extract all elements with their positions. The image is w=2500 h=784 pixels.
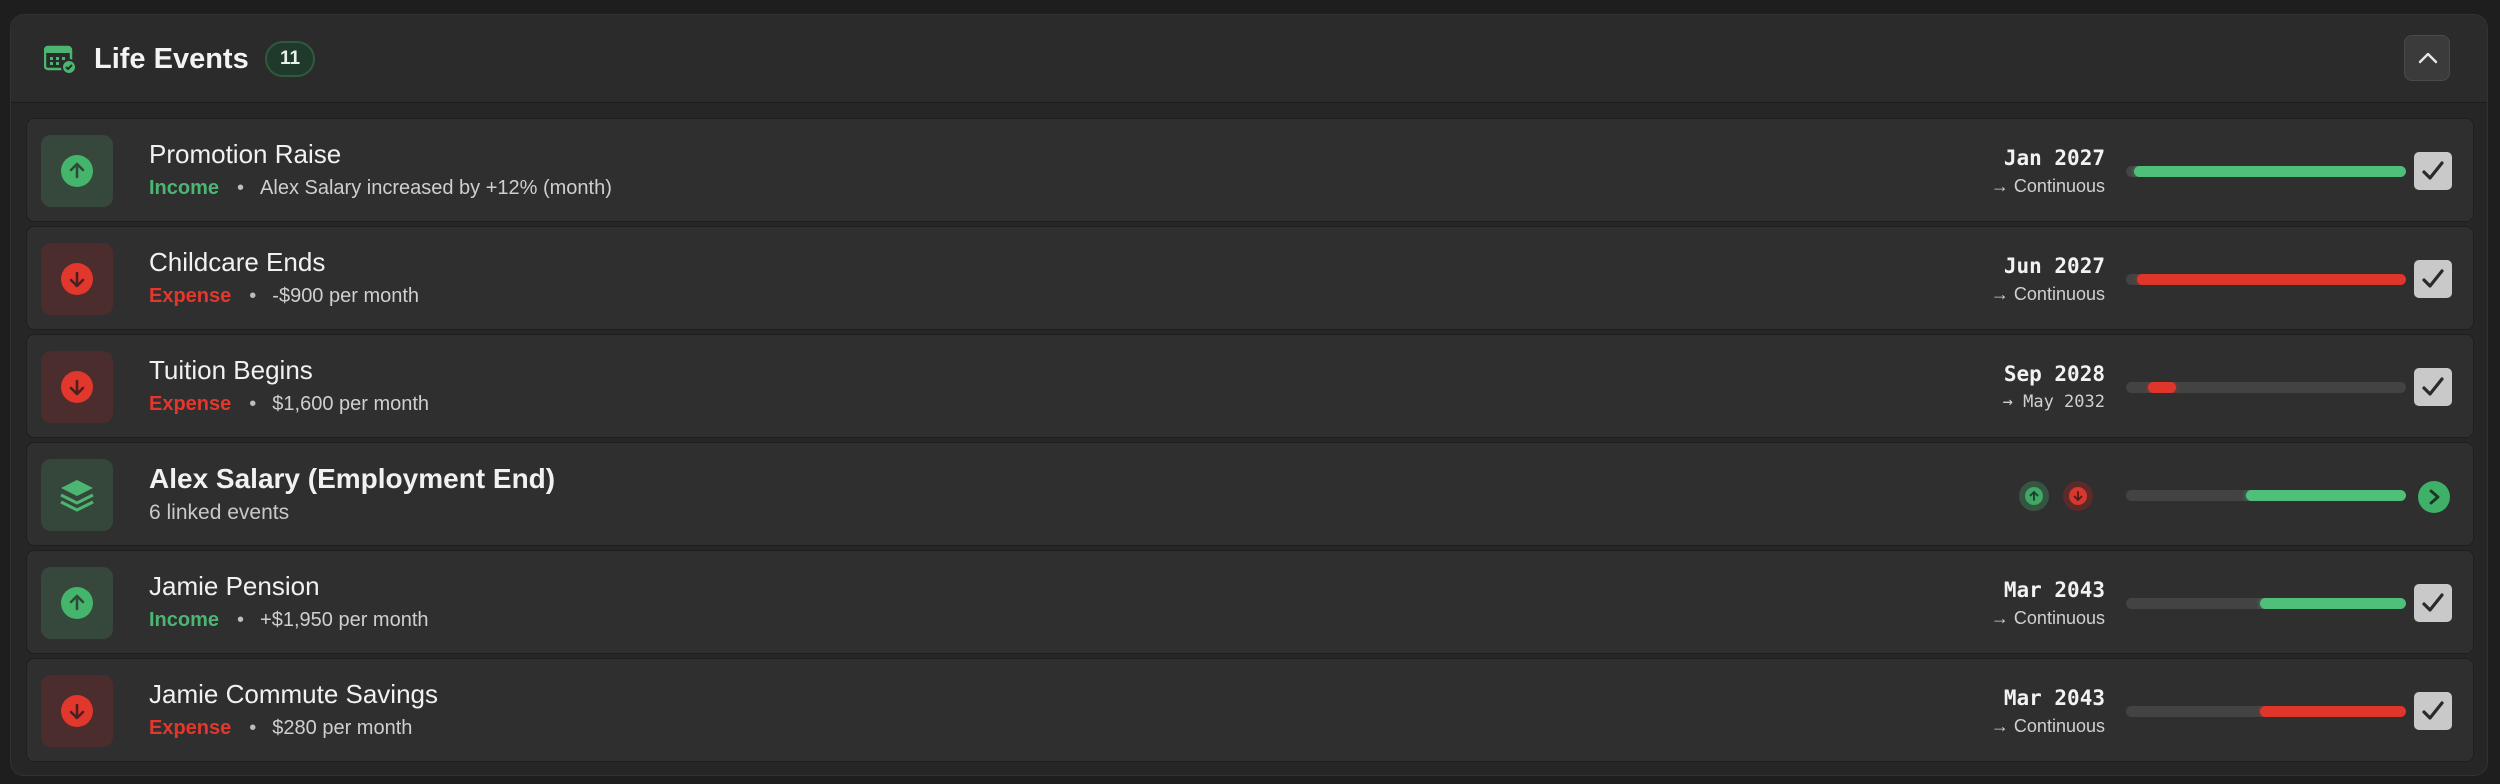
checkmark-icon — [2422, 701, 2444, 720]
event-start-date: Jan 2027 — [2003, 146, 2105, 170]
arrow-up-icon — [2029, 490, 2039, 501]
event-detail: +$1,950 per month — [260, 609, 429, 631]
event-row-tuition-begins[interactable]: Tuition Begins Expense • $1,600 per month … — [26, 334, 2474, 438]
event-detail: $1,600 per month — [272, 393, 430, 415]
linked-events-count: 6 linked events — [149, 501, 290, 524]
checkmark-icon — [2422, 161, 2444, 180]
event-detail: -$900 per month — [272, 285, 420, 307]
event-name: Jamie Commute Savings — [149, 679, 438, 709]
arrow-down-icon — [69, 379, 85, 396]
event-start-date: Jun 2027 — [2003, 254, 2105, 278]
event-start-date: Sep 2028 — [2003, 362, 2105, 386]
arrow-down-icon — [69, 271, 85, 288]
event-detail: Alex Salary increased by +12% (month) — [260, 177, 612, 199]
income-badge — [2019, 481, 2049, 511]
checkmark-icon — [2422, 593, 2444, 612]
event-meta: Income • Alex Salary increased by +12% (mo… — [149, 177, 612, 199]
event-detail: $280 per month — [272, 717, 413, 739]
event-name: Jamie Pension — [149, 571, 320, 601]
layers-icon — [60, 480, 94, 512]
event-group-alex-salary[interactable]: Alex Salary (Employment End) 6 linked ev… — [26, 442, 2474, 546]
event-name: Tuition Begins — [149, 355, 313, 385]
event-kind: Expense — [149, 285, 232, 307]
event-start-date: Mar 2043 — [2003, 578, 2105, 602]
arrow-up-icon — [69, 594, 85, 611]
panel-header: Life Events 11 — [11, 15, 2487, 103]
event-name: Childcare Ends — [149, 247, 326, 277]
income-tile — [41, 567, 113, 639]
event-start-date: Mar 2043 — [2003, 686, 2105, 710]
event-end: → May 2032 — [2002, 392, 2105, 412]
event-row-childcare-ends[interactable]: Childcare Ends Expense • -$900 per month J… — [26, 226, 2474, 330]
chevron-right-icon — [2429, 489, 2440, 505]
enabled-checkbox[interactable] — [2414, 260, 2452, 298]
timeline-bar — [2126, 598, 2406, 609]
checkmark-icon — [2422, 269, 2444, 288]
group-tile — [41, 459, 113, 531]
event-row-promotion-raise[interactable]: Promotion Raise Income • Alex Salary incre… — [26, 118, 2474, 222]
chevron-up-icon — [2418, 52, 2438, 64]
event-kind: Expense — [149, 717, 232, 739]
enabled-checkbox[interactable] — [2414, 368, 2452, 406]
calendar-icon — [44, 45, 77, 75]
timeline-bar — [2126, 274, 2406, 285]
expense-tile — [41, 351, 113, 423]
event-end: → Continuous — [1990, 284, 2105, 304]
expense-tile — [41, 675, 113, 747]
event-row-jamie-pension[interactable]: Jamie Pension Income • +$1,950 per month M… — [26, 550, 2474, 654]
arrow-up-icon — [69, 162, 85, 179]
enabled-checkbox[interactable] — [2414, 584, 2452, 622]
collapse-button[interactable] — [2404, 35, 2450, 81]
event-end: → Continuous — [1990, 176, 2105, 196]
checkmark-icon — [2422, 377, 2444, 396]
arrow-down-icon — [2073, 491, 2083, 502]
event-end: → Continuous — [1990, 608, 2105, 628]
timeline-bar — [2126, 382, 2406, 393]
arrow-down-icon — [69, 703, 85, 720]
timeline-bar — [2126, 490, 2406, 501]
expense-badge — [2063, 481, 2093, 511]
group-name: Alex Salary (Employment End) — [149, 463, 556, 494]
timeline-bar — [2126, 166, 2406, 177]
event-kind: Income — [149, 177, 220, 199]
income-tile — [41, 135, 113, 207]
event-kind: Expense — [149, 393, 232, 415]
event-kind: Income — [149, 609, 220, 631]
life-events-panel: Life Events 11 Promotion Raise Income • Al… — [10, 14, 2488, 776]
event-meta: Expense • -$900 per month — [149, 285, 420, 307]
panel-title: Life Events — [94, 43, 249, 75]
event-meta: Income • +$1,950 per month — [149, 609, 429, 631]
event-end: → Continuous — [1990, 716, 2105, 736]
event-count-badge: 11 — [265, 41, 315, 77]
event-name: Promotion Raise — [149, 139, 342, 169]
timeline-bar — [2126, 706, 2406, 717]
expand-group-button[interactable] — [2418, 481, 2450, 513]
enabled-checkbox[interactable] — [2414, 692, 2452, 730]
expense-tile — [41, 243, 113, 315]
event-row-jamie-commute-savings[interactable]: Jamie Commute Savings Expense • $280 per m… — [26, 658, 2474, 762]
enabled-checkbox[interactable] — [2414, 152, 2452, 190]
event-meta: Expense • $280 per month — [149, 717, 413, 739]
event-meta: Expense • $1,600 per month — [149, 393, 430, 415]
